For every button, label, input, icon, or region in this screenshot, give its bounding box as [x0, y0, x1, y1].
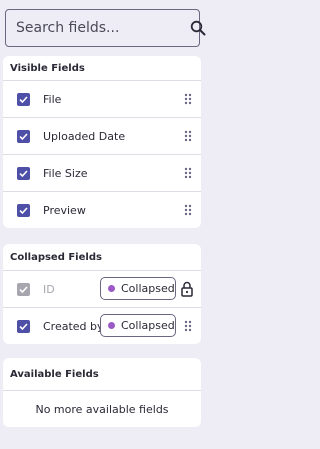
visible-fields-card: Visible Fields File Uploaded Date File S…	[3, 56, 201, 228]
search-icon[interactable]	[190, 15, 206, 41]
field-row-created-by[interactable]: Created by Collapsed	[3, 307, 201, 344]
field-row-uploaded-date[interactable]: Uploaded Date	[3, 117, 201, 154]
checkmark-icon	[19, 132, 28, 140]
drag-handle-icon[interactable]	[184, 167, 192, 179]
checkbox[interactable]	[17, 92, 30, 106]
checkbox[interactable]	[17, 166, 30, 180]
checkbox[interactable]	[17, 319, 30, 333]
collapsed-chip[interactable]: Collapsed	[100, 277, 176, 300]
checkmark-icon	[19, 169, 28, 177]
empty-message: No more available fields	[3, 390, 201, 427]
checkmark-icon	[19, 285, 28, 293]
field-label: Preview	[43, 203, 86, 217]
visible-fields-title: Visible Fields	[10, 62, 85, 74]
status-dot	[108, 285, 115, 292]
field-row-preview[interactable]: Preview	[3, 191, 201, 228]
collapsed-fields-card: Collapsed Fields ID Collapsed Created by…	[3, 244, 201, 344]
available-fields-card: Available Fields No more available field…	[3, 358, 201, 427]
collapsed-fields-title: Collapsed Fields	[10, 251, 102, 263]
chip-label: Collapsed	[121, 319, 175, 332]
search-box	[5, 9, 206, 47]
checkmark-icon	[19, 95, 28, 103]
collapsed-chip[interactable]: Collapsed	[100, 314, 176, 337]
checkbox[interactable]	[17, 203, 30, 217]
checkbox[interactable]	[17, 129, 30, 143]
drag-handle-icon[interactable]	[184, 204, 192, 216]
field-label: File	[43, 92, 62, 106]
drag-handle-icon[interactable]	[184, 130, 192, 142]
status-dot	[108, 322, 115, 329]
checkbox	[17, 282, 30, 296]
field-row-file-size[interactable]: File Size	[3, 154, 201, 191]
field-label: File Size	[43, 166, 88, 180]
lock-icon	[181, 281, 193, 297]
drag-handle-icon[interactable]	[184, 93, 192, 105]
drag-handle-icon[interactable]	[184, 320, 192, 332]
checkmark-icon	[19, 322, 28, 330]
search-input[interactable]	[6, 10, 190, 46]
field-label: Uploaded Date	[43, 129, 126, 143]
field-row-file[interactable]: File	[3, 80, 201, 117]
available-fields-title: Available Fields	[10, 368, 99, 380]
chip-label: Collapsed	[121, 282, 175, 295]
field-row-id: ID Collapsed	[3, 270, 201, 307]
checkmark-icon	[19, 206, 28, 214]
